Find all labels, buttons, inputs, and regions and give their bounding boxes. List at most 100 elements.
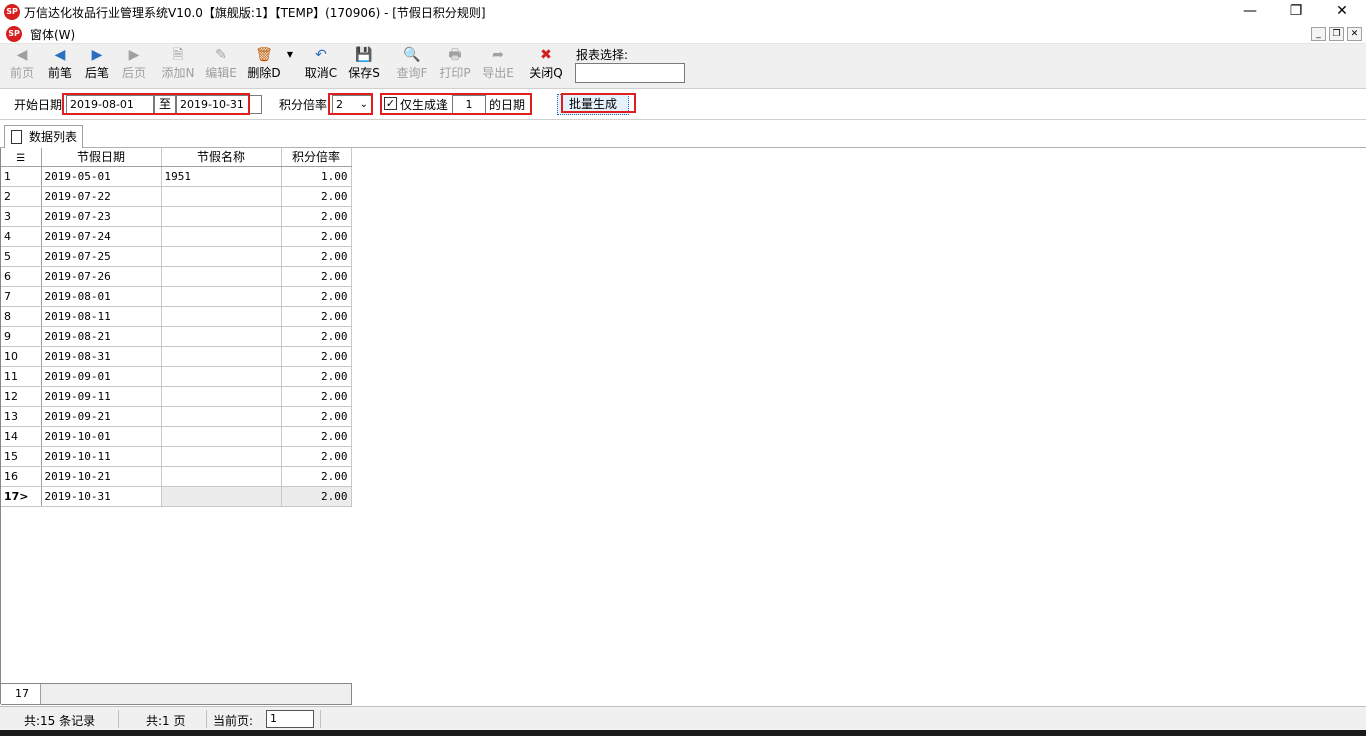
add-button[interactable]: 🗎 添加N <box>160 46 196 86</box>
cell-name[interactable]: 1951 <box>161 166 282 187</box>
undo-icon: ↶ <box>315 47 327 63</box>
restore-button[interactable]: ❐ <box>1273 0 1319 24</box>
cell-rate[interactable]: 2.00 <box>281 186 352 207</box>
table-row[interactable]: 9 2019-08-21 2.00 <box>1 326 352 347</box>
menu-window[interactable]: 窗体(W) <box>30 26 75 43</box>
table-row[interactable]: 3 2019-07-23 2.00 <box>1 206 352 227</box>
cell-rate[interactable]: 2.00 <box>281 306 352 327</box>
cell-date[interactable]: 2019-10-01 <box>41 426 162 447</box>
table-row[interactable]: 11 2019-09-01 2.00 <box>1 366 352 387</box>
table-row[interactable]: 6 2019-07-26 2.00 <box>1 266 352 287</box>
table-row[interactable]: 4 2019-07-24 2.00 <box>1 226 352 247</box>
cell-date[interactable]: 2019-10-21 <box>41 466 162 487</box>
cell-name[interactable] <box>161 286 282 307</box>
cell-date[interactable]: 2019-08-31 <box>41 346 162 367</box>
cell-date[interactable]: 2019-08-01 <box>41 286 162 307</box>
cell-name[interactable] <box>161 326 282 347</box>
cell-name[interactable] <box>161 466 282 487</box>
cell-date[interactable]: 2019-07-24 <box>41 226 162 247</box>
edit-button[interactable]: ✎ 编辑E <box>203 46 239 86</box>
table-row[interactable]: 13 2019-09-21 2.00 <box>1 406 352 427</box>
cell-rate[interactable]: 2.00 <box>281 366 352 387</box>
multiplier-label: 积分倍率 <box>279 98 328 112</box>
cell-date[interactable]: 2019-07-26 <box>41 266 162 287</box>
cell-name[interactable] <box>161 266 282 287</box>
first-page-button[interactable]: ◀ 前页 <box>4 46 40 86</box>
cell-rate[interactable]: 2.00 <box>281 346 352 367</box>
cell-name[interactable] <box>161 426 282 447</box>
cell-rate[interactable]: 2.00 <box>281 386 352 407</box>
table-row[interactable]: 14 2019-10-01 2.00 <box>1 426 352 447</box>
cell-rate[interactable]: 2.00 <box>281 486 352 507</box>
close-form-button[interactable]: ✖ 关闭Q <box>528 46 564 86</box>
table-row[interactable]: 10 2019-08-31 2.00 <box>1 346 352 367</box>
cell-rate[interactable]: 2.00 <box>281 206 352 227</box>
table-row[interactable]: 8 2019-08-11 2.00 <box>1 306 352 327</box>
table-row[interactable]: 15 2019-10-11 2.00 <box>1 446 352 467</box>
cell-name[interactable] <box>161 346 282 367</box>
cell-name[interactable] <box>161 406 282 427</box>
table-row[interactable]: 1 2019-05-01 1951 1.00 <box>1 166 352 187</box>
cell-date[interactable]: 2019-09-01 <box>41 366 162 387</box>
last-page-button[interactable]: ▶ 后页 <box>116 46 152 86</box>
cell-rate[interactable]: 2.00 <box>281 466 352 487</box>
cell-name[interactable] <box>161 206 282 227</box>
cell-date[interactable]: 2019-07-22 <box>41 186 162 207</box>
cell-date[interactable]: 2019-08-21 <box>41 326 162 347</box>
cell-name[interactable] <box>161 486 282 507</box>
cell-name[interactable] <box>161 246 282 267</box>
table-row[interactable]: 12 2019-09-11 2.00 <box>1 386 352 407</box>
cell-date[interactable]: 2019-10-31 <box>41 486 162 507</box>
delete-button[interactable]: 🗑 删除D <box>246 46 282 86</box>
cell-date[interactable]: 2019-08-11 <box>41 306 162 327</box>
save-button[interactable]: 💾 保存S <box>346 46 382 86</box>
mdi-restore-button[interactable]: ❐ <box>1329 27 1344 41</box>
cell-name[interactable] <box>161 386 282 407</box>
cell-name[interactable] <box>161 366 282 387</box>
prev-record-button[interactable]: ◀ 前笔 <box>42 46 78 86</box>
query-button[interactable]: 🔍 查询F <box>394 46 430 86</box>
delete-dropdown-button[interactable]: ▼ <box>284 46 296 86</box>
cell-name[interactable] <box>161 306 282 327</box>
print-button[interactable]: 🖶 打印P <box>437 46 473 86</box>
cancel-button[interactable]: ↶ 取消C <box>303 46 339 86</box>
mdi-minimize-button[interactable]: _ <box>1311 27 1326 41</box>
select-all-corner[interactable]: ☰ <box>1 148 42 167</box>
col-header-name[interactable]: 节假名称 <box>161 148 282 167</box>
close-window-button[interactable]: ✕ <box>1319 0 1365 24</box>
next-record-button[interactable]: ▶ 后笔 <box>79 46 115 86</box>
table-row[interactable]: 5 2019-07-25 2.00 <box>1 246 352 267</box>
cell-rate[interactable]: 2.00 <box>281 226 352 247</box>
export-button[interactable]: ➦ 导出E <box>480 46 516 86</box>
table-row[interactable]: 16 2019-10-21 2.00 <box>1 466 352 487</box>
cell-name[interactable] <box>161 186 282 207</box>
cell-rate[interactable]: 2.00 <box>281 286 352 307</box>
row-number: 4 <box>1 226 42 247</box>
cell-rate[interactable]: 2.00 <box>281 326 352 347</box>
cell-date[interactable]: 2019-07-23 <box>41 206 162 227</box>
tab-data-list[interactable]: 数据列表 <box>4 125 83 149</box>
cell-date[interactable]: 2019-09-21 <box>41 406 162 427</box>
table-row[interactable]: 2 2019-07-22 2.00 <box>1 186 352 207</box>
col-header-date[interactable]: 节假日期 <box>41 148 162 167</box>
taskbar <box>0 730 1366 736</box>
mdi-close-button[interactable]: ✕ <box>1347 27 1362 41</box>
cell-name[interactable] <box>161 226 282 247</box>
cell-rate[interactable]: 2.00 <box>281 426 352 447</box>
minimize-button[interactable]: — <box>1227 0 1273 24</box>
table-row[interactable]: 17> 2019-10-31 2.00 <box>1 486 352 507</box>
cell-rate[interactable]: 2.00 <box>281 446 352 467</box>
col-header-rate[interactable]: 积分倍率 <box>281 148 352 167</box>
cell-date[interactable]: 2019-10-11 <box>41 446 162 467</box>
cell-rate[interactable]: 1.00 <box>281 166 352 187</box>
table-row[interactable]: 7 2019-08-01 2.00 <box>1 286 352 307</box>
report-select-input[interactable] <box>575 63 685 83</box>
cell-date[interactable]: 2019-05-01 <box>41 166 162 187</box>
cell-rate[interactable]: 2.00 <box>281 246 352 267</box>
cell-date[interactable]: 2019-07-25 <box>41 246 162 267</box>
current-page-input[interactable]: 1 <box>266 710 314 728</box>
cell-name[interactable] <box>161 446 282 467</box>
cell-date[interactable]: 2019-09-11 <box>41 386 162 407</box>
cell-rate[interactable]: 2.00 <box>281 266 352 287</box>
cell-rate[interactable]: 2.00 <box>281 406 352 427</box>
